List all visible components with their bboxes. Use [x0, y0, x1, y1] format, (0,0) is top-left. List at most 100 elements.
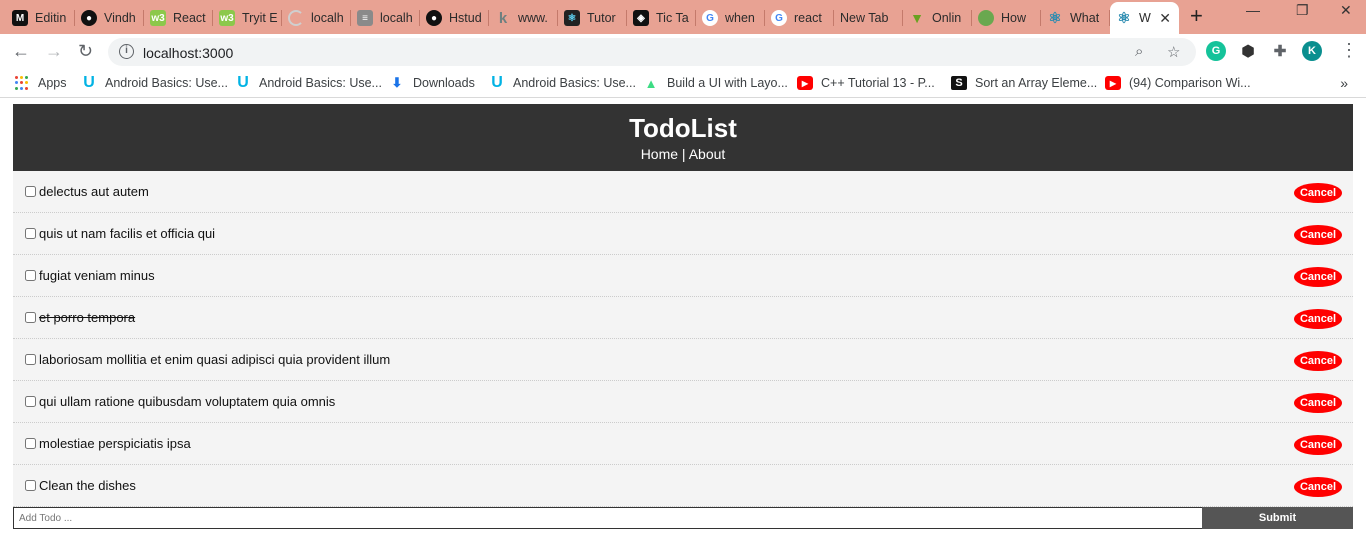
tab-label: react [794, 11, 822, 25]
todo-checkbox[interactable] [25, 186, 36, 197]
browser-tab[interactable]: G when [696, 2, 765, 34]
circle-icon [978, 10, 994, 26]
browser-tab[interactable]: w3 React [144, 2, 213, 34]
info-icon[interactable]: i [119, 44, 134, 59]
cancel-button[interactable]: Cancel [1294, 183, 1342, 203]
todo-title: fugiat veniam minus [39, 268, 155, 283]
tab-list: M Editin ● Vindh w3 React w3 Tryit E loc… [6, 2, 1179, 34]
todo-checkbox[interactable] [25, 396, 36, 407]
tab-label: Tutor [587, 11, 616, 25]
react-icon: ⚛ [564, 10, 580, 26]
bookmark-item[interactable]: ▲ Build a UI with Layo... [643, 76, 788, 91]
zoom-icon[interactable]: ⌕ [1135, 43, 1143, 60]
todo-checkbox[interactable] [25, 354, 36, 365]
submit-button[interactable]: Submit [1202, 507, 1353, 529]
google-icon: G [771, 10, 787, 26]
browser-tab[interactable]: ● Hstud [420, 2, 489, 34]
bookmark-item[interactable]: ▶ (94) Comparison Wi... [1105, 76, 1251, 90]
todo-title: et porro tempora [39, 310, 136, 325]
bookmark-item[interactable]: S Sort an Array Eleme... [951, 76, 1097, 90]
browser-tab[interactable]: ⚛ What [1041, 2, 1110, 34]
codesandbox-icon: ◈ [633, 10, 649, 26]
todo-title: Clean the dishes [39, 478, 136, 493]
browser-tab-strip: M Editin ● Vindh w3 React w3 Tryit E loc… [0, 0, 1366, 34]
udacity-icon: U [491, 74, 503, 91]
address-bar[interactable]: i localhost:3000 ⌕ ☆ [108, 38, 1196, 66]
browser-tab[interactable]: localh [282, 2, 351, 34]
cancel-button[interactable]: Cancel [1294, 267, 1342, 287]
todo-checkbox[interactable] [25, 228, 36, 239]
browser-tab[interactable]: M Editin [6, 2, 75, 34]
browser-tab[interactable]: ▼ Onlin [903, 2, 972, 34]
window-close-icon[interactable]: ✕ [1340, 2, 1352, 19]
avatar[interactable]: K [1302, 41, 1322, 61]
todo-checkbox[interactable] [25, 312, 36, 323]
chevron-double-right-icon[interactable]: » [1340, 75, 1348, 91]
todo-checkbox[interactable] [25, 480, 36, 491]
todo-checkbox[interactable] [25, 270, 36, 281]
app-header: TodoList Home | About [13, 104, 1353, 171]
todo-item-completed: et porro tempora Cancel [13, 297, 1353, 339]
tab-label: How [1001, 11, 1027, 25]
browser-tab[interactable]: ● Vindh [75, 2, 144, 34]
browser-tab[interactable]: ⚛ Tutor [558, 2, 627, 34]
todo-checkbox[interactable] [25, 438, 36, 449]
tab-label: Editin [35, 11, 67, 25]
tab-label: www. [518, 11, 548, 25]
bookmark-label: Build a UI with Layo... [667, 76, 788, 90]
browser-tab[interactable]: New Tab [834, 2, 903, 34]
close-icon[interactable]: ✕ [1159, 10, 1171, 27]
nav-home-link[interactable]: Home [641, 146, 678, 162]
menu-icon[interactable]: ⋮ [1340, 41, 1358, 59]
w3schools-icon: w3 [219, 10, 235, 26]
todo-item: delectus aut autem Cancel [13, 171, 1353, 213]
cancel-button[interactable]: Cancel [1294, 477, 1342, 497]
forward-icon[interactable]: → [45, 42, 63, 60]
browser-toolbar: ← → ↻ i localhost:3000 ⌕ ☆ G ⬢ ✚ K ⋮ [0, 34, 1366, 70]
download-icon: ▼ [910, 10, 924, 26]
cancel-button[interactable]: Cancel [1294, 435, 1342, 455]
tab-label: What [1070, 11, 1100, 25]
bookmark-item[interactable]: ⬇ Downloads [389, 75, 475, 90]
browser-tab[interactable]: How [972, 2, 1041, 34]
cancel-button[interactable]: Cancel [1294, 309, 1342, 329]
minimize-icon[interactable]: — [1246, 2, 1260, 18]
cancel-button[interactable]: Cancel [1294, 351, 1342, 371]
back-icon[interactable]: ← [12, 42, 30, 60]
bookmark-label: Android Basics: Use... [513, 76, 636, 90]
restore-icon[interactable]: ❐ [1296, 2, 1309, 19]
browser-tab[interactable]: ≡ localh [351, 2, 420, 34]
new-tab-button[interactable]: + [1190, 5, 1203, 27]
cancel-button[interactable]: Cancel [1294, 225, 1342, 245]
todo-item-content: delectus aut autem [25, 184, 149, 199]
bookmark-item[interactable]: U Android Basics: Use... [81, 74, 228, 91]
udacity-icon: U [83, 74, 95, 91]
tab-label: Vindh [104, 11, 136, 25]
puzzle-icon[interactable]: ✚ [1270, 41, 1290, 61]
scaler-icon: S [951, 76, 967, 90]
browser-tab[interactable]: G react [765, 2, 834, 34]
todo-item: qui ullam ratione quibusdam voluptatem q… [13, 381, 1353, 423]
address-url[interactable]: localhost:3000 [143, 45, 233, 61]
todo-item-content: qui ullam ratione quibusdam voluptatem q… [25, 394, 335, 409]
bookmark-star-icon[interactable]: ☆ [1167, 43, 1180, 61]
bookmark-item[interactable]: U Android Basics: Use... [235, 74, 382, 91]
browser-tab[interactable]: ◈ Tic Ta [627, 2, 696, 34]
bookmark-apps[interactable]: Apps [15, 76, 67, 90]
add-todo-input[interactable] [13, 507, 1202, 529]
reload-icon[interactable]: ↻ [78, 42, 93, 60]
bookmark-label: Apps [38, 76, 67, 90]
nav-about-link[interactable]: About [689, 146, 726, 162]
browser-tab[interactable]: k www. [489, 2, 558, 34]
tab-label: Tryit E [242, 11, 278, 25]
youtube-icon: ▶ [1105, 76, 1121, 90]
cancel-button[interactable]: Cancel [1294, 393, 1342, 413]
bookmark-item[interactable]: U Android Basics: Use... [489, 74, 636, 91]
browser-tab-active[interactable]: ⚛ W ✕ [1110, 2, 1179, 34]
extension-box-icon[interactable]: ⬢ [1238, 41, 1258, 61]
browser-tab[interactable]: w3 Tryit E [213, 2, 282, 34]
bookmark-item[interactable]: ▶ C++ Tutorial 13 - P... [797, 76, 935, 90]
google-icon: G [702, 10, 718, 26]
grammarly-icon[interactable]: G [1206, 41, 1226, 61]
nav-separator: | [678, 146, 689, 162]
